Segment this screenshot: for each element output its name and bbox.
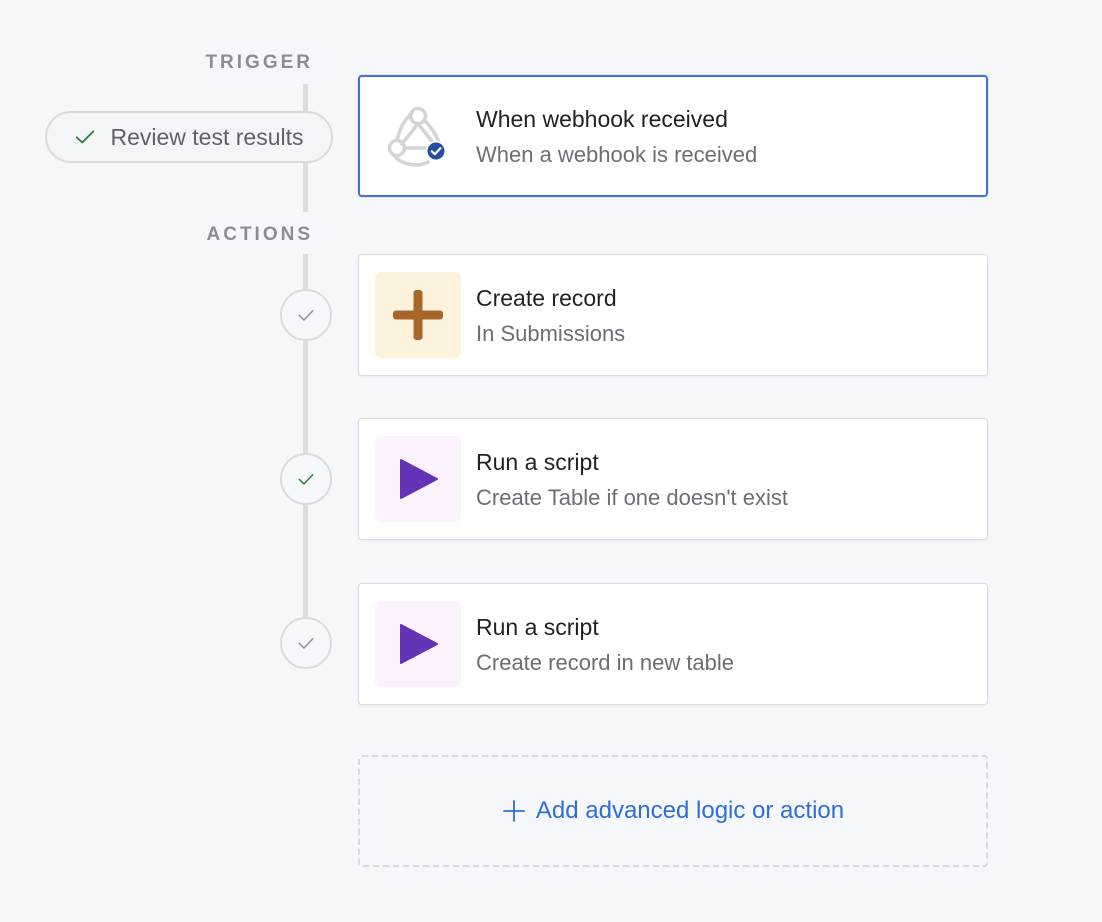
play-icon <box>400 459 438 499</box>
review-test-results-label: Review test results <box>110 123 304 150</box>
check-icon <box>298 310 314 321</box>
action-1-status <box>280 289 332 341</box>
check-icon <box>76 130 95 144</box>
action-3-title: Run a script <box>476 614 599 640</box>
check-icon <box>298 474 314 485</box>
plus-icon <box>393 290 443 340</box>
action-3-icon-box <box>375 601 461 687</box>
trigger-subtitle: When a webhook is received <box>476 142 758 167</box>
action-1-icon-box <box>375 272 461 358</box>
actions-section-label: ACTIONS <box>206 224 313 245</box>
action-2-subtitle: Create Table if one doesn't exist <box>476 485 788 510</box>
review-test-results-button[interactable]: Review test results <box>45 111 333 163</box>
trigger-card[interactable]: When webhook received When a webhook is … <box>358 75 988 197</box>
add-advanced-logic-button[interactable]: Add advanced logic or action <box>358 755 988 867</box>
webhook-icon <box>387 106 446 167</box>
check-icon <box>298 638 314 649</box>
action-1-subtitle: In Submissions <box>476 321 626 346</box>
action-card-create-record[interactable]: Create record In Submissions <box>358 254 988 376</box>
action-card-run-script-2[interactable]: Run a script Create record in new table <box>358 583 988 705</box>
action-2-icon-box <box>375 436 461 522</box>
plus-icon <box>502 800 525 822</box>
add-advanced-logic-label: Add advanced logic or action <box>535 797 845 824</box>
action-3-status <box>280 617 332 669</box>
trigger-section-label: TRIGGER <box>205 52 313 73</box>
trigger-icon-box <box>375 93 461 179</box>
action-2-status <box>280 453 332 505</box>
play-icon <box>400 624 438 664</box>
action-1-title: Create record <box>476 285 617 311</box>
action-3-subtitle: Create record in new table <box>476 650 735 675</box>
trigger-title: When webhook received <box>476 106 728 132</box>
action-card-run-script-1[interactable]: Run a script Create Table if one doesn't… <box>358 418 988 540</box>
action-2-title: Run a script <box>476 449 599 475</box>
